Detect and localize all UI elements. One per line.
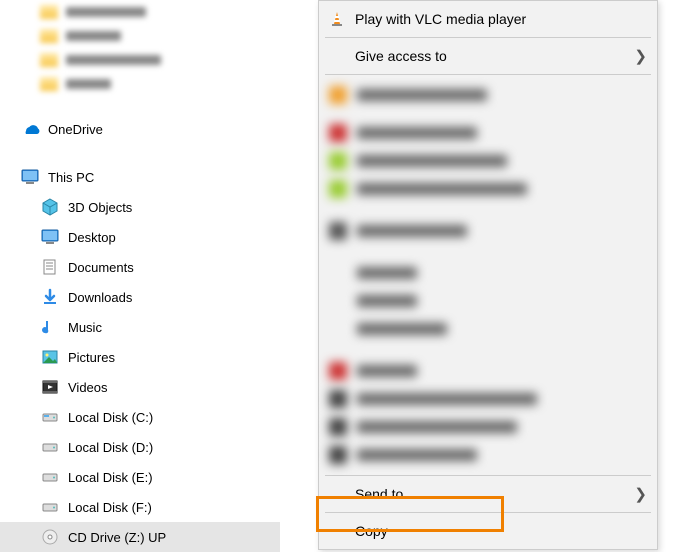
navigation-pane: OneDrive This PC 3D Objects Desktop Docu… bbox=[0, 0, 280, 534]
sidebar-label: 3D Objects bbox=[68, 200, 132, 215]
submenu-arrow-icon: ❯ bbox=[634, 47, 647, 65]
blurred-folder-group bbox=[0, 0, 280, 96]
desktop-icon bbox=[40, 227, 60, 247]
drive-icon bbox=[40, 497, 60, 517]
sidebar-item-onedrive[interactable]: OneDrive bbox=[0, 114, 280, 144]
drive-icon bbox=[40, 467, 60, 487]
context-menu: Play with VLC media player Give access t… bbox=[318, 0, 658, 550]
sidebar-label: Pictures bbox=[68, 350, 115, 365]
drive-icon bbox=[40, 437, 60, 457]
sidebar-label: OneDrive bbox=[48, 122, 103, 137]
menu-label: Give access to bbox=[355, 48, 447, 64]
sidebar-label: Local Disk (C:) bbox=[68, 410, 153, 425]
menu-label: Copy bbox=[355, 523, 388, 539]
menu-item-vlc[interactable]: Play with VLC media player bbox=[319, 1, 657, 37]
sidebar-label: Downloads bbox=[68, 290, 132, 305]
sidebar-label: Documents bbox=[68, 260, 134, 275]
cd-drive-icon bbox=[40, 527, 60, 547]
pictures-icon bbox=[40, 347, 60, 367]
sidebar-label: Music bbox=[68, 320, 102, 335]
menu-item-send-to[interactable]: Send to ❯ bbox=[319, 476, 657, 512]
sidebar-item-music[interactable]: Music bbox=[0, 312, 280, 342]
sidebar-item-local-disk-e[interactable]: Local Disk (E:) bbox=[0, 462, 280, 492]
sidebar-label: Local Disk (D:) bbox=[68, 440, 153, 455]
menu-label: Send to bbox=[355, 486, 403, 502]
sidebar-item-pictures[interactable]: Pictures bbox=[0, 342, 280, 372]
sidebar-item-local-disk-f[interactable]: Local Disk (F:) bbox=[0, 492, 280, 522]
vlc-icon bbox=[327, 9, 347, 29]
sidebar-label: Local Disk (F:) bbox=[68, 500, 152, 515]
3dobjects-icon bbox=[40, 197, 60, 217]
sidebar-label: Local Disk (E:) bbox=[68, 470, 153, 485]
music-icon bbox=[40, 317, 60, 337]
menu-item-copy[interactable]: Copy bbox=[319, 513, 657, 549]
sidebar-item-cd-drive[interactable]: CD Drive (Z:) UP bbox=[0, 522, 280, 552]
menu-label: Play with VLC media player bbox=[355, 11, 526, 27]
thispc-icon bbox=[20, 167, 40, 187]
sidebar-item-3dobjects[interactable]: 3D Objects bbox=[0, 192, 280, 222]
sidebar-item-videos[interactable]: Videos bbox=[0, 372, 280, 402]
sidebar-item-thispc[interactable]: This PC bbox=[0, 162, 280, 192]
sidebar-label: Desktop bbox=[68, 230, 116, 245]
videos-icon bbox=[40, 377, 60, 397]
menu-item-give-access[interactable]: Give access to ❯ bbox=[319, 38, 657, 74]
sidebar-item-documents[interactable]: Documents bbox=[0, 252, 280, 282]
sidebar-label: This PC bbox=[48, 170, 94, 185]
sidebar-item-local-disk-d[interactable]: Local Disk (D:) bbox=[0, 432, 280, 462]
drive-icon bbox=[40, 407, 60, 427]
submenu-arrow-icon: ❯ bbox=[634, 485, 647, 503]
sidebar-label: Videos bbox=[68, 380, 108, 395]
sidebar-item-downloads[interactable]: Downloads bbox=[0, 282, 280, 312]
downloads-icon bbox=[40, 287, 60, 307]
blurred-menu-group bbox=[319, 75, 657, 475]
sidebar-item-desktop[interactable]: Desktop bbox=[0, 222, 280, 252]
onedrive-icon bbox=[20, 119, 40, 139]
sidebar-item-local-disk-c[interactable]: Local Disk (C:) bbox=[0, 402, 280, 432]
sidebar-label: CD Drive (Z:) UP bbox=[68, 530, 166, 545]
documents-icon bbox=[40, 257, 60, 277]
